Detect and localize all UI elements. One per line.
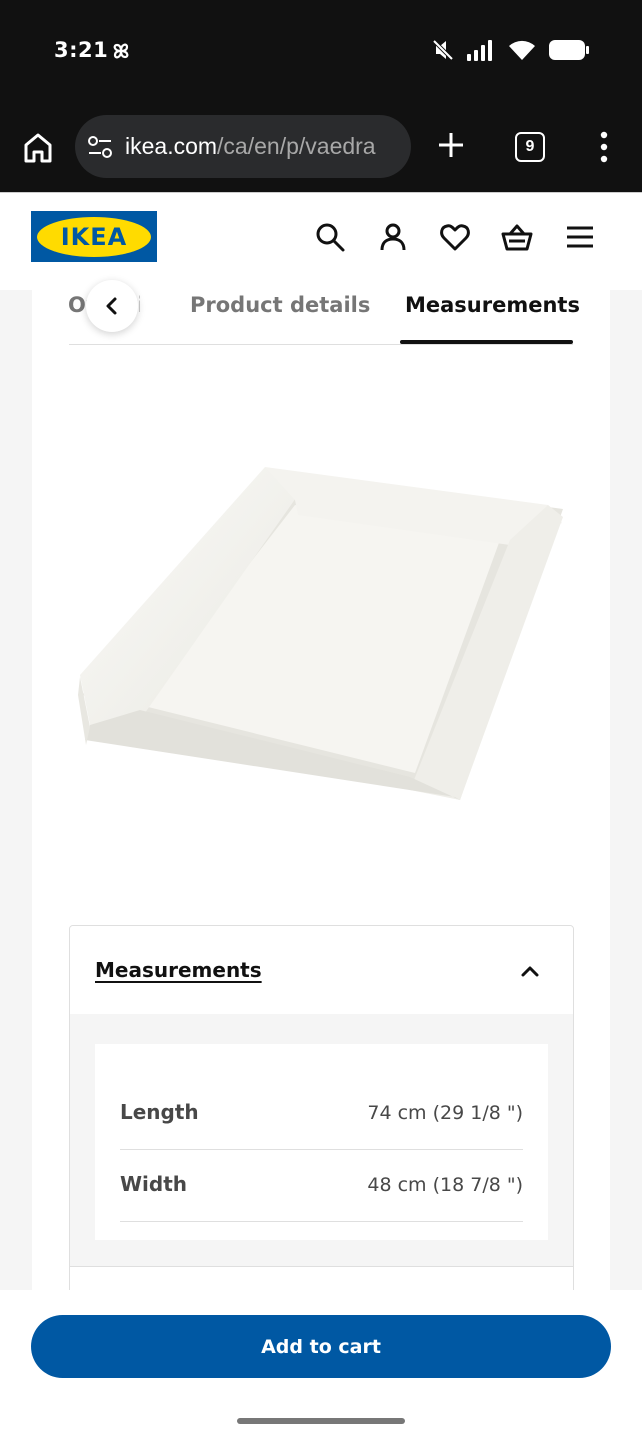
tabs-icon[interactable]: 9 (515, 132, 545, 162)
pinwheel-icon (113, 43, 129, 59)
battery-icon (549, 40, 589, 60)
measurement-value: 74 cm (29 1/8 ") (367, 1102, 523, 1124)
url-text[interactable]: ikea.com/ca/en/p/vaedra (125, 133, 376, 160)
wifi-icon (509, 40, 535, 60)
heart-icon[interactable] (439, 221, 471, 253)
tab-count: 9 (525, 138, 535, 155)
gesture-home-indicator[interactable] (237, 1418, 405, 1424)
measurement-row: Width 48 cm (18 7/8 ") (120, 1150, 523, 1222)
account-icon[interactable] (377, 221, 409, 253)
status-bar: 3:21 (0, 0, 642, 108)
measurements-panel: Measurements Length 74 cm (29 1/8 ") Wid… (69, 925, 574, 1305)
measurement-row: Length 74 cm (29 1/8 ") (120, 1078, 523, 1150)
browser-toolbar: ikea.com/ca/en/p/vaedra 9 (0, 108, 642, 192)
measurements-table: Length 74 cm (29 1/8 ") Width 48 cm (18 … (95, 1044, 548, 1240)
basket-icon[interactable] (501, 221, 533, 253)
measurement-label: Width (120, 1172, 188, 1196)
site-settings-icon[interactable] (87, 135, 113, 159)
ikea-logo[interactable]: IKEA (31, 211, 157, 262)
status-time: 3:21 (54, 38, 109, 62)
tab-measurements[interactable]: Measurements (405, 293, 580, 317)
active-tab-indicator (400, 340, 573, 344)
tab-product-details[interactable]: Product details (190, 293, 370, 317)
bottom-cta-bar: Add to cart (0, 1290, 642, 1440)
address-bar[interactable]: ikea.com/ca/en/p/vaedra (75, 115, 411, 178)
plus-icon[interactable] (436, 130, 466, 160)
chevron-up-icon[interactable] (519, 960, 541, 982)
more-vert-icon[interactable] (596, 130, 612, 164)
measurements-accordion-header[interactable]: Measurements (70, 926, 573, 1014)
measurements-title[interactable]: Measurements (95, 958, 262, 982)
tabs-divider (69, 344, 573, 345)
measurement-value: 48 cm (18 7/8 ") (367, 1174, 523, 1196)
chevron-left-icon (106, 297, 117, 315)
logo-oval: IKEA (37, 216, 151, 257)
logo-text: IKEA (60, 222, 128, 251)
add-to-cart-button[interactable]: Add to cart (31, 1315, 611, 1378)
site-header: IKEA (0, 192, 642, 290)
url-path: /ca/en/p/vaedra (217, 133, 376, 159)
product-image[interactable] (70, 455, 575, 815)
hamburger-menu-icon[interactable] (564, 221, 596, 253)
tabs-scroll-back-button[interactable] (86, 280, 138, 332)
home-icon[interactable] (22, 130, 54, 166)
mute-icon (432, 39, 454, 61)
search-icon[interactable] (314, 221, 346, 253)
signal-icon (467, 40, 492, 61)
measurement-label: Length (120, 1100, 199, 1124)
url-host: ikea.com (125, 133, 218, 159)
status-icons (432, 38, 590, 62)
